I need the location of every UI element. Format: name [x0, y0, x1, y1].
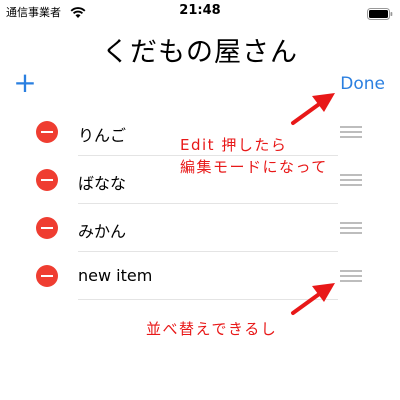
reorder-handle-icon[interactable]: [340, 270, 362, 282]
reorder-handle-icon[interactable]: [340, 126, 362, 138]
delete-minus-icon[interactable]: [36, 265, 58, 287]
list-item[interactable]: みかん: [0, 204, 400, 252]
delete-minus-icon[interactable]: [36, 121, 58, 143]
list-item-label: りんご: [78, 126, 127, 145]
done-button[interactable]: Done: [340, 74, 385, 94]
list-item-label: みかん: [78, 222, 127, 241]
page-title: くだもの屋さん: [102, 37, 298, 68]
status-bar: 通信事業者 21:48: [0, 0, 400, 24]
reorder-handle-icon[interactable]: [340, 174, 362, 186]
divider: [78, 299, 338, 300]
list-item[interactable]: new item: [0, 252, 400, 300]
annotation-edit-note: Edit 押したら 編集モードになって: [180, 136, 328, 176]
list-item-label: ばなな: [78, 174, 127, 193]
status-time: 21:48: [179, 3, 221, 18]
annotation-reorder-note: 並べ替えできるし: [146, 320, 278, 338]
add-button[interactable]: +: [10, 68, 40, 98]
list-item-label: new item: [78, 266, 153, 285]
delete-minus-icon[interactable]: [36, 169, 58, 191]
reorder-handle-icon[interactable]: [340, 222, 362, 234]
battery-icon: [367, 5, 393, 24]
delete-minus-icon[interactable]: [36, 217, 58, 239]
